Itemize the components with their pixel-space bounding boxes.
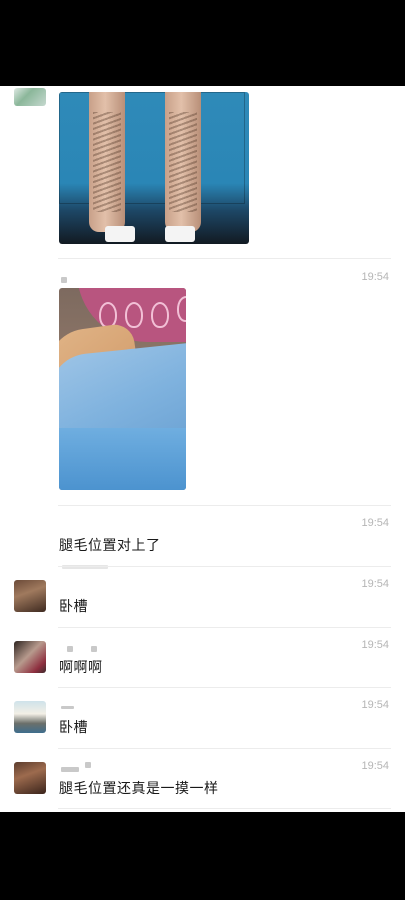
- avatar[interactable]: [14, 701, 46, 733]
- message-text: 腿毛位置对上了: [59, 538, 161, 554]
- sender-name: [67, 646, 73, 652]
- message-divider: [58, 258, 391, 259]
- top-black-bar: [0, 0, 405, 86]
- message-divider: [58, 627, 391, 628]
- sender-name: [61, 767, 79, 772]
- message-time: 19:54: [361, 517, 389, 529]
- avatar[interactable]: [14, 641, 46, 673]
- message-time: 19:54: [361, 699, 389, 711]
- sender-name: [85, 762, 91, 768]
- chat-message-list[interactable]: 19:54 19:54 腿毛位置对上了 19:54 卧槽 19:54 啊啊啊 1…: [0, 86, 405, 812]
- message-text: 卧槽: [59, 599, 88, 615]
- message-time: 19:54: [361, 639, 389, 651]
- message-divider: [58, 687, 391, 688]
- bottom-black-bar: [0, 812, 405, 900]
- message-divider: [58, 808, 391, 809]
- message-time: 19:54: [361, 578, 389, 590]
- message-divider: [58, 566, 391, 567]
- message-text: 卧槽: [59, 720, 88, 736]
- sender-name: [91, 646, 97, 652]
- message-divider: [58, 748, 391, 749]
- sender-name: [61, 706, 74, 709]
- legs-image[interactable]: [59, 92, 249, 244]
- message-time: 19:54: [361, 271, 389, 283]
- arm-image[interactable]: [59, 288, 186, 490]
- message-text: 腿毛位置还真是一摸一样: [59, 781, 219, 797]
- avatar[interactable]: [14, 88, 46, 106]
- message-time: 19:54: [361, 760, 389, 772]
- sender-name: [61, 277, 67, 283]
- message-text: 啊啊啊: [59, 660, 103, 676]
- avatar[interactable]: [14, 762, 46, 794]
- avatar[interactable]: [14, 580, 46, 612]
- message-divider: [58, 505, 391, 506]
